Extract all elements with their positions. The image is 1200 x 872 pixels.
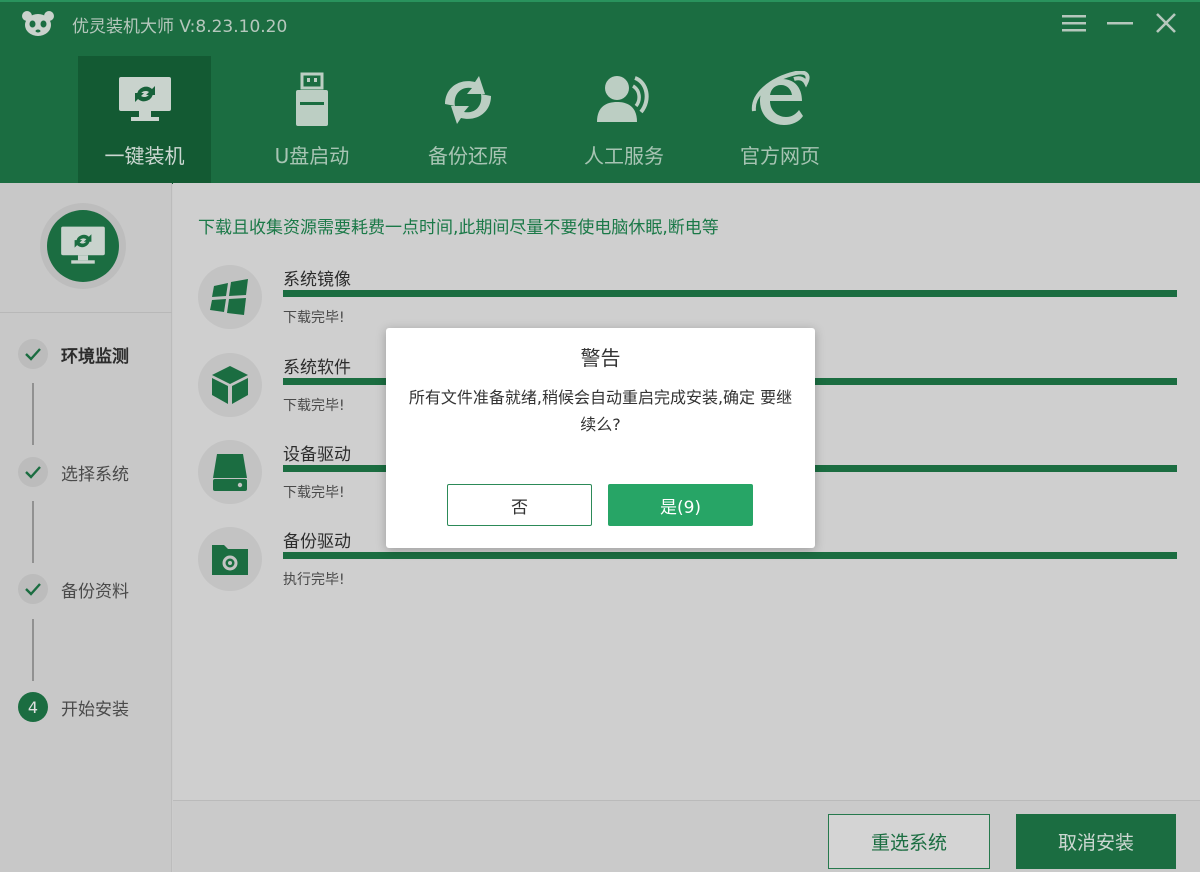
yes-button[interactable]: 是(9) xyxy=(608,484,753,526)
dialog-title: 警告 xyxy=(580,346,621,370)
dialog-message: 所有文件准备就绪,稍候会自动重启完成安装,确定 要继续么? xyxy=(408,388,793,434)
warning-dialog: 警告 所有文件准备就绪,稍候会自动重启完成安装,确定 要继续么? 否 是(9) xyxy=(386,328,815,548)
no-button[interactable]: 否 xyxy=(447,484,592,526)
